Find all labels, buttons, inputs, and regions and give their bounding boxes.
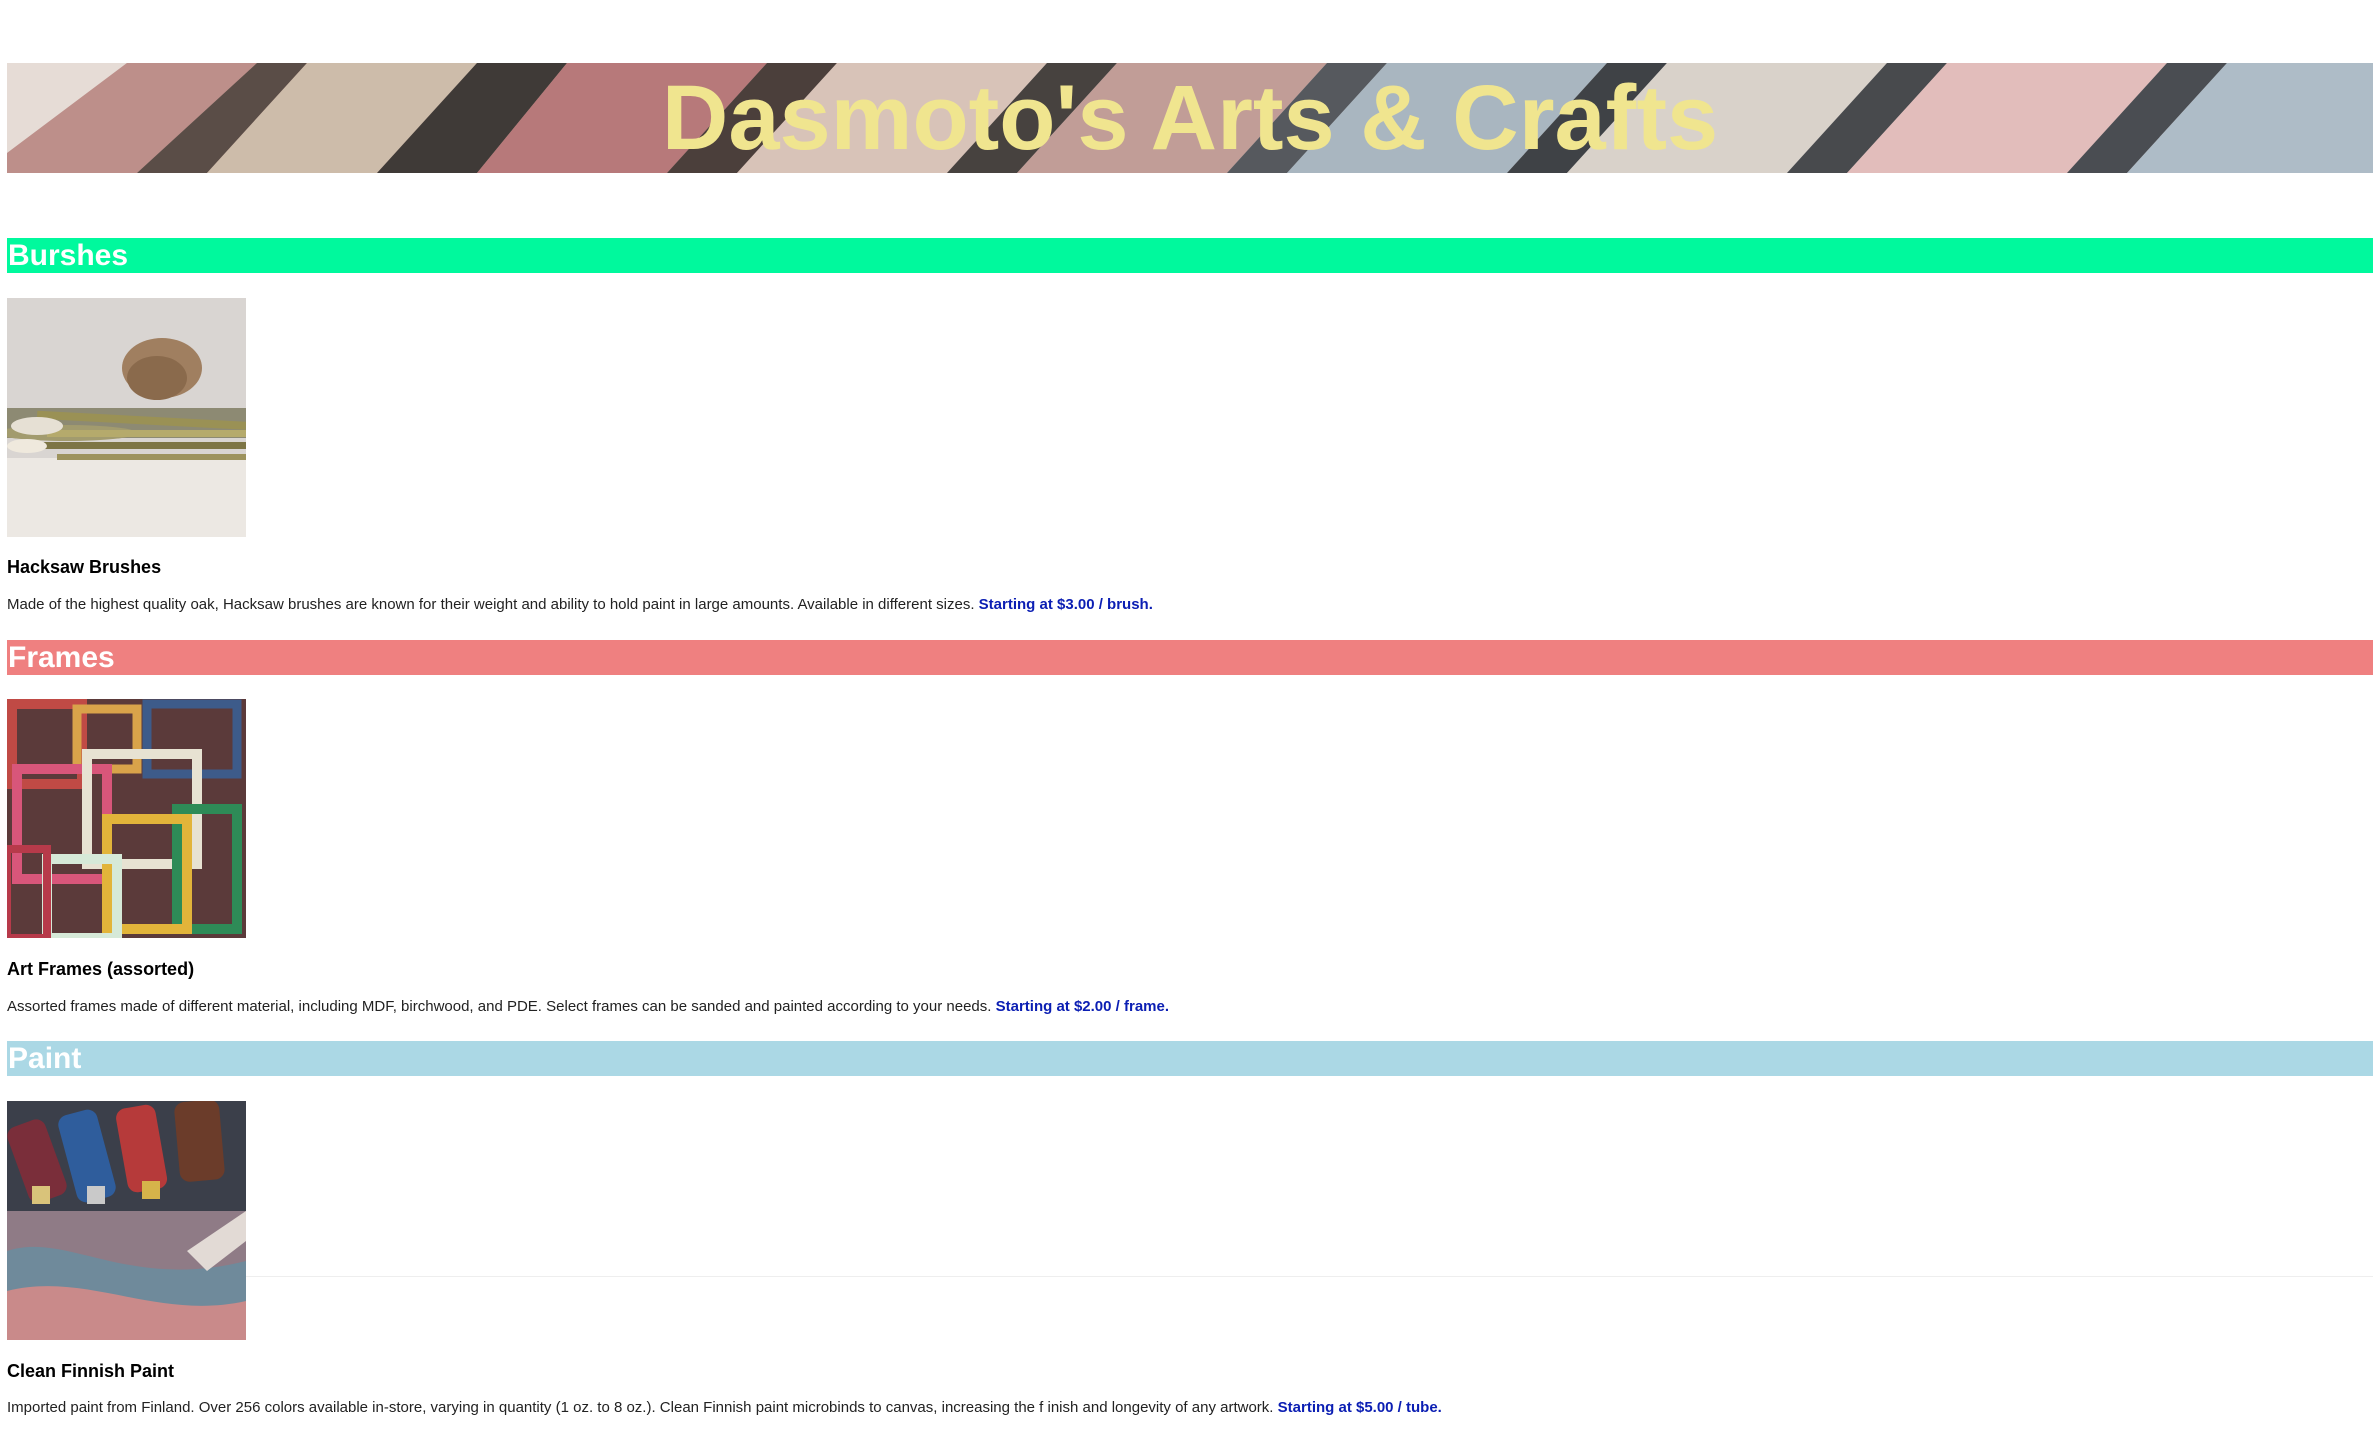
section-heading-brushes: Burshes bbox=[7, 238, 2373, 273]
paint-tubes-photo bbox=[7, 1101, 246, 1340]
section-heading-paint: Paint bbox=[7, 1041, 2373, 1076]
price-frames: Starting at $2.00 / frame. bbox=[995, 998, 1170, 1015]
item-description-brushes: Made of the highest quality oak, Hacksaw… bbox=[7, 596, 1153, 613]
description-text: Imported paint from Finland. Over 256 co… bbox=[7, 1399, 1274, 1416]
item-description-paint: Imported paint from Finland. Over 256 co… bbox=[7, 1399, 1442, 1416]
frames-photo bbox=[7, 699, 246, 938]
price-paint: Starting at $5.00 / tube. bbox=[1277, 1399, 1442, 1416]
price-brushes: Starting at $3.00 / brush. bbox=[978, 596, 1153, 613]
item-title-hacksaw-brushes: Hacksaw Brushes bbox=[7, 557, 162, 577]
item-description-frames: Assorted frames made of different materi… bbox=[7, 998, 1169, 1015]
description-text: Assorted frames made of different materi… bbox=[7, 998, 992, 1015]
header-banner: Dasmoto's Arts & Crafts bbox=[7, 63, 2373, 173]
item-title-art-frames: Art Frames (assorted) bbox=[7, 959, 195, 979]
page: Dasmoto's Arts & Crafts Burshes Hacksaw … bbox=[0, 0, 2373, 1432]
divider-line bbox=[246, 1276, 2373, 1277]
item-title-clean-finnish-paint: Clean Finnish Paint bbox=[7, 1361, 175, 1381]
description-text: Made of the highest quality oak, Hacksaw… bbox=[7, 596, 975, 613]
brushes-photo bbox=[7, 298, 246, 537]
site-title: Dasmoto's Arts & Crafts bbox=[661, 67, 1719, 169]
section-heading-frames: Frames bbox=[7, 640, 2373, 675]
